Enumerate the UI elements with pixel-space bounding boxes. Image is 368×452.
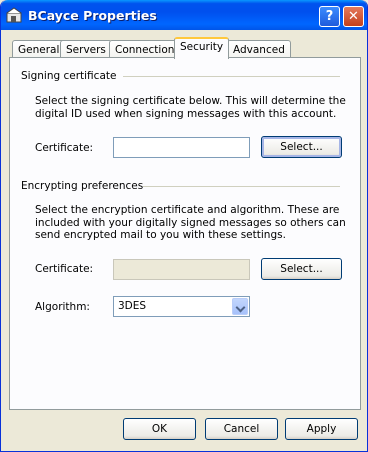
encrypting-select-button[interactable]: Select... <box>261 258 342 280</box>
encrypting-group-divider <box>143 186 340 187</box>
algorithm-dropdown[interactable]: 3DES <box>113 296 250 317</box>
cancel-button[interactable]: Cancel <box>205 418 278 440</box>
account-icon <box>6 7 24 23</box>
signing-group-divider <box>123 76 340 77</box>
help-button[interactable]: ? <box>319 6 340 27</box>
tab-security[interactable]: Security <box>174 37 230 59</box>
title-bar[interactable]: BCayce Properties ? ✕ <box>1 0 367 30</box>
apply-button[interactable]: Apply <box>285 418 358 440</box>
algorithm-label: Algorithm: <box>35 301 90 313</box>
ok-button[interactable]: OK <box>123 418 196 440</box>
signing-select-button[interactable]: Select... <box>261 136 342 158</box>
window-title: BCayce Properties <box>28 8 157 23</box>
encrypting-certificate-label: Certificate: <box>35 263 94 275</box>
chevron-down-icon[interactable] <box>232 298 248 315</box>
encrypting-description: Select the encryption certificate and al… <box>35 204 346 241</box>
signing-description: Select the signing certificate below. Th… <box>35 95 346 120</box>
algorithm-selected-value: 3DES <box>118 300 147 312</box>
encrypting-group-title: Encrypting preferences <box>21 180 144 192</box>
security-tab-panel: Signing certificate Select the signing c… <box>9 57 361 410</box>
encrypting-certificate-field[interactable] <box>113 259 250 280</box>
signing-certificate-label: Certificate: <box>35 142 94 154</box>
close-icon: ✕ <box>348 9 359 24</box>
signing-group-title: Signing certificate <box>21 70 117 82</box>
properties-dialog: BCayce Properties ? ✕ General Servers Co… <box>0 0 368 452</box>
close-button[interactable]: ✕ <box>343 6 364 27</box>
signing-certificate-field[interactable] <box>113 137 250 158</box>
